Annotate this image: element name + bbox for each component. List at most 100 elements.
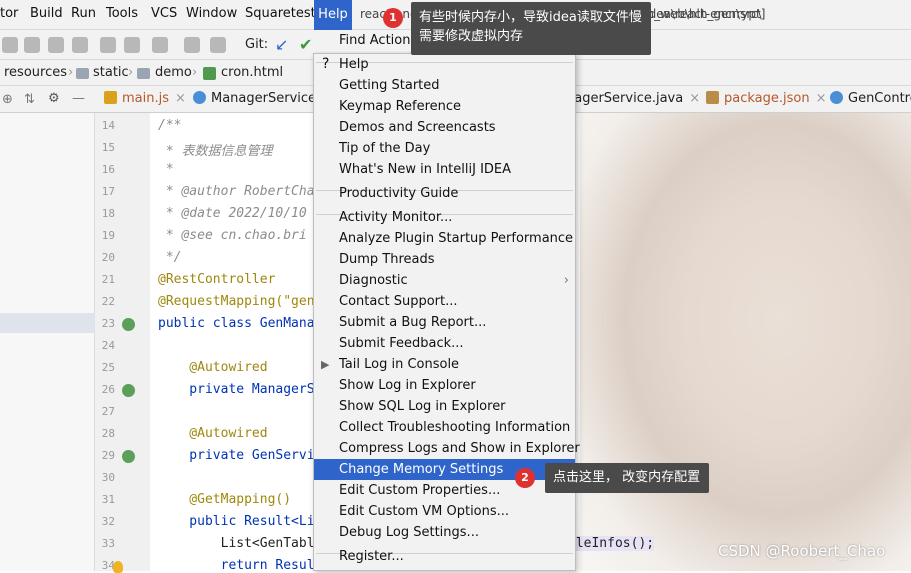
spring-bean-icon[interactable] <box>122 318 135 331</box>
menu-item-activity-monitor[interactable]: Activity Monitor... <box>314 207 575 228</box>
tab-label: nagerService.java <box>566 91 684 106</box>
line-number: 24 <box>101 339 115 352</box>
close-icon[interactable]: × <box>816 91 827 106</box>
build-icon[interactable] <box>124 37 140 53</box>
line-number: 32 <box>101 515 115 528</box>
menu-item-label: Diagnostic <box>339 273 408 288</box>
tooltip-line: 有些时候内存小，导致idea读取文件慢 <box>419 10 642 25</box>
collapse-icon[interactable]: ⇅ <box>24 92 35 107</box>
menu-item-tail-log-console[interactable]: ▶ Tail Log in Console <box>314 354 575 375</box>
selected-tree-row[interactable] <box>0 313 95 333</box>
breadcrumb-resources[interactable]: resources <box>4 65 67 80</box>
breadcrumb-demo[interactable]: demo <box>155 65 192 80</box>
attach-icon[interactable] <box>100 37 116 53</box>
menu-item-label: Show SQL Log in Explorer <box>339 399 506 414</box>
menu-vcs[interactable]: VCS <box>151 6 177 21</box>
project-structure-icon[interactable] <box>184 37 200 53</box>
commit-icon[interactable]: ✔ <box>299 35 312 54</box>
code-line: List<GenTabl <box>158 536 315 551</box>
line-number: 18 <box>101 207 115 220</box>
breadcrumb-static[interactable]: static <box>93 65 129 80</box>
menu-item-dump-threads[interactable]: Dump Threads <box>314 249 575 270</box>
project-panel <box>0 113 95 571</box>
menu-item-tip-of-the-day[interactable]: Tip of the Day <box>314 138 575 159</box>
line-number: 15 <box>101 141 115 154</box>
sync-icon[interactable]: ⊕ <box>2 92 13 107</box>
menu-item-edit-custom-properties[interactable]: Edit Custom Properties... <box>314 480 575 501</box>
tab-main-js[interactable]: main.js × <box>104 91 186 106</box>
menu-item-label: Collect Troubleshooting Information <box>339 420 571 435</box>
step-badge-2: 2 <box>515 468 535 488</box>
breadcrumb-cron-html[interactable]: cron.html <box>221 65 283 80</box>
code-line: return Resul <box>158 558 315 571</box>
intention-bulb-icon[interactable] <box>113 561 123 573</box>
folder-icon <box>137 68 150 79</box>
line-number: 17 <box>101 185 115 198</box>
line-number: 31 <box>101 493 115 506</box>
menu-item-label: Analyze Plugin Startup Performance <box>339 231 574 246</box>
close-icon[interactable]: × <box>175 91 186 106</box>
menu-item-register[interactable]: Register... <box>314 546 575 567</box>
line-number: 21 <box>101 273 115 286</box>
menu-item-productivity-guide[interactable]: Productivity Guide <box>314 183 575 204</box>
menu-item-contact-support[interactable]: Contact Support... <box>314 291 575 312</box>
minimize-icon[interactable]: — <box>72 91 85 106</box>
menu-squaretest[interactable]: Squaretest <box>245 6 316 21</box>
code-line: private GenServi <box>158 448 315 463</box>
menu-item-compress-logs[interactable]: Compress Logs and Show in Explorer <box>314 438 580 459</box>
menu-item-label: Compress Logs and Show in Explorer <box>339 441 580 456</box>
menu-item-debug-log-settings[interactable]: Debug Log Settings... <box>314 522 575 543</box>
spring-bean-icon[interactable] <box>122 384 135 397</box>
menu-item-edit-custom-vm-options[interactable]: Edit Custom VM Options... <box>314 501 575 522</box>
menu-item-submit-bug-report[interactable]: Submit a Bug Report... <box>314 312 575 333</box>
menu-build[interactable]: Build <box>30 6 63 21</box>
menu-item-collect-troubleshooting[interactable]: Collect Troubleshooting Information <box>314 417 575 438</box>
menu-item-whats-new[interactable]: What's New in IntelliJ IDEA <box>314 159 575 180</box>
code-fragment: oleInfos(); <box>568 536 655 551</box>
line-number: 28 <box>101 427 115 440</box>
line-number: 14 <box>101 119 115 132</box>
close-icon[interactable]: × <box>689 91 700 106</box>
line-number: 33 <box>101 537 115 550</box>
menu-item-keymap-reference[interactable]: Keymap Reference <box>314 96 575 117</box>
menu-item-demos-screencasts[interactable]: Demos and Screencasts <box>314 117 575 138</box>
code-line: /** <box>158 118 182 133</box>
menu-item-show-sql-log[interactable]: Show SQL Log in Explorer <box>314 396 575 417</box>
menu-help[interactable]: Help <box>314 0 352 30</box>
gear-icon[interactable]: ⚙ <box>48 91 60 106</box>
search-everywhere-icon[interactable] <box>210 37 226 53</box>
tab-package-json[interactable]: package.json × <box>706 91 827 106</box>
tab-managerservice[interactable]: nagerService.java × <box>566 91 700 106</box>
menu-item-getting-started[interactable]: Getting Started <box>314 75 575 96</box>
code-line: * @date 2022/10/10 <box>158 206 307 221</box>
stop-icon[interactable] <box>152 37 168 53</box>
debug-icon[interactable] <box>2 37 18 53</box>
code-line: public class GenMana <box>158 316 315 331</box>
menu-item-label: Getting Started <box>339 78 440 93</box>
menu-item-diagnostic[interactable]: Diagnostic › <box>314 270 575 291</box>
menu-item-show-log-explorer[interactable]: Show Log in Explorer <box>314 375 575 396</box>
run-icon[interactable] <box>48 37 64 53</box>
menu-item-change-memory-settings[interactable]: Change Memory Settings <box>314 459 575 480</box>
update-project-icon[interactable]: ↙ <box>275 35 288 54</box>
profile-icon[interactable] <box>24 37 40 53</box>
menu-run[interactable]: Run <box>71 6 96 21</box>
menu-tools[interactable]: Tools <box>106 6 138 21</box>
code-line: */ <box>158 250 182 265</box>
menu-item-help[interactable]: ? Help <box>314 54 575 75</box>
coverage-icon[interactable] <box>72 37 88 53</box>
json-file-icon <box>706 91 719 104</box>
menu-item-label: Dump Threads <box>339 252 435 267</box>
menu-item-submit-feedback[interactable]: Submit Feedback... <box>314 333 575 354</box>
tab-gencontroller[interactable]: GenContro <box>830 91 911 106</box>
spring-bean-icon[interactable] <box>122 450 135 463</box>
menu-item-label: Change Memory Settings <box>339 462 504 477</box>
menu-window[interactable]: Window <box>186 6 237 21</box>
code-line: @Autowired <box>158 360 268 375</box>
question-icon: ? <box>322 56 330 72</box>
menu-editor[interactable]: tor <box>0 6 18 21</box>
code-line: * <box>158 162 174 177</box>
menu-item-analyze-plugin-startup[interactable]: Analyze Plugin Startup Performance <box>314 228 575 249</box>
tab-managerserviceimpl[interactable]: ManagerServiceIm <box>193 91 333 106</box>
breadcrumb-separator-icon: › <box>128 65 134 80</box>
